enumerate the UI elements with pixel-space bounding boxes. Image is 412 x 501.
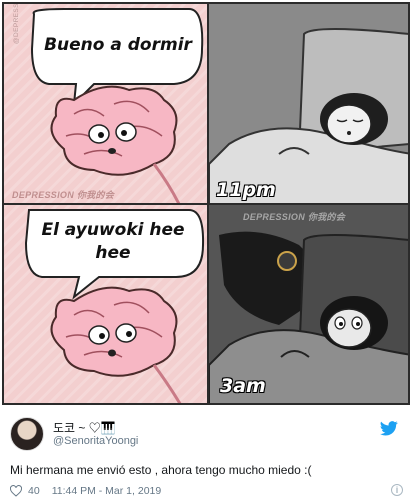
bubble-text-bottom: El ayuwoki hee hee bbox=[28, 219, 198, 265]
credit-watermark: @DEPRESSION你我的会 / INSTAGRAM bbox=[10, 4, 20, 44]
twitter-bird-icon[interactable] bbox=[380, 421, 398, 436]
watermark-top-left: DEPRESSION 你我的会 bbox=[12, 190, 115, 200]
caption-11pm: 11pm bbox=[216, 179, 276, 201]
caption-3am: 3am bbox=[220, 375, 266, 397]
bubble-text-bottom-line2: hee bbox=[95, 243, 131, 263]
display-name[interactable]: 도코 ~ ♡🎹 bbox=[53, 419, 116, 436]
bubble-text-bottom-line1: El ayuwoki hee bbox=[41, 220, 185, 240]
panel-brain-top: Bueno a dormir @DEPRESSION你我的会 / INSTAGR… bbox=[2, 2, 209, 205]
avatar[interactable] bbox=[10, 417, 44, 451]
info-icon[interactable]: i bbox=[391, 484, 403, 496]
panel-brain-bottom: El ayuwoki hee hee bbox=[2, 203, 209, 405]
meme-image[interactable]: Bueno a dormir @DEPRESSION你我的会 / INSTAGR… bbox=[0, 0, 412, 407]
tweet-card: 도코 ~ ♡🎹 @SenoritaYoongi Mi hermana me en… bbox=[0, 407, 412, 501]
heart-icon[interactable] bbox=[10, 485, 22, 497]
user-handle[interactable]: @SenoritaYoongi bbox=[53, 435, 138, 447]
panel-awake: DEPRESSION 你我的会 3am bbox=[207, 203, 410, 405]
watermark-bottom-right: DEPRESSION 你我的会 bbox=[243, 212, 346, 222]
like-count: 40 bbox=[28, 485, 40, 497]
tweet-meta: 40 11:44 PM - Mar 1, 2019 bbox=[10, 484, 161, 498]
girl-sleeping-drawing bbox=[209, 4, 408, 203]
tweet-text: Mi hermana me envió esto , ahora tengo m… bbox=[10, 463, 312, 477]
bubble-text-top: Bueno a dormir bbox=[44, 35, 192, 55]
tweet-timestamp[interactable]: 11:44 PM - Mar 1, 2019 bbox=[52, 485, 162, 497]
panel-sleeping: 11pm bbox=[207, 2, 410, 205]
